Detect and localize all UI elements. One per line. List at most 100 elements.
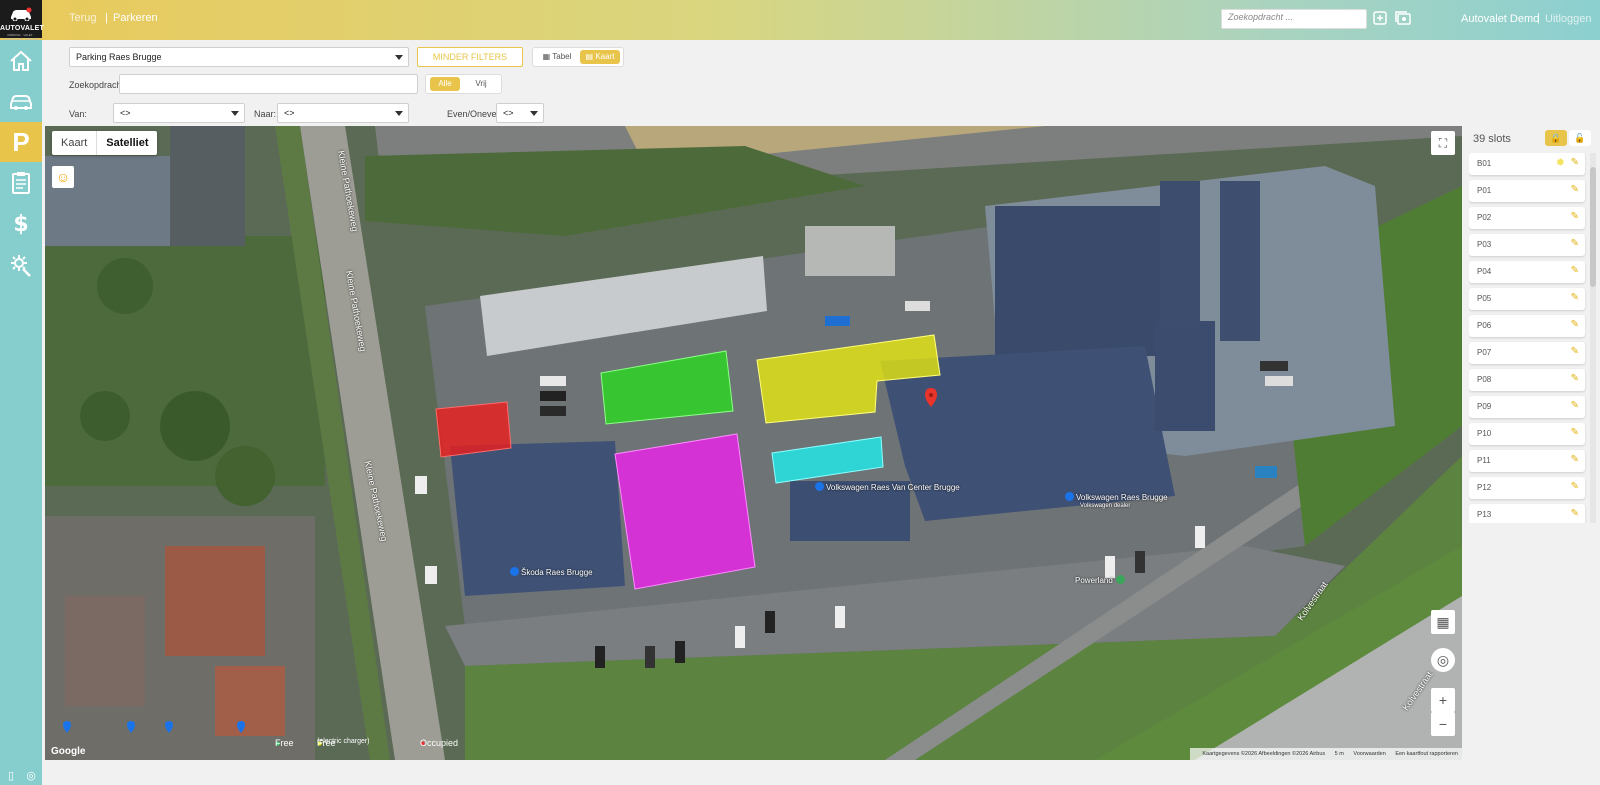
poi-label[interactable]: Škoda Raes Brugge — [510, 567, 593, 577]
app-logo[interactable]: AUTOVALET PARKING · VALET · TRANSPORT · … — [0, 0, 44, 41]
to-select-value: <> — [284, 108, 295, 118]
slot-item[interactable]: P08 ✎ — [1469, 369, 1585, 391]
edit-pencil-icon[interactable]: ✎ — [1571, 346, 1579, 357]
slot-item[interactable]: P09 ✎ — [1469, 396, 1585, 418]
map-icon: ▤ — [585, 52, 596, 61]
add-icon[interactable] — [1372, 11, 1388, 27]
to-select[interactable]: <> — [277, 103, 409, 123]
slot-name: P12 — [1477, 483, 1492, 492]
slot-item[interactable]: P02 ✎ — [1469, 207, 1585, 229]
slot-name: P10 — [1477, 429, 1492, 438]
mobile-icon[interactable]: ▯ — [3, 769, 19, 783]
map-attribution: Kaartgegevens ©2026 Afbeeldingen ©2026 A… — [1190, 748, 1462, 760]
nav-item-parking[interactable]: P — [0, 122, 42, 162]
slot-item[interactable]: B01 ✹ ✎ — [1469, 153, 1585, 175]
user-separator: | — [1537, 12, 1540, 24]
from-label: Van: — [69, 109, 87, 119]
poi-name: Škoda Raes Brugge — [521, 568, 593, 577]
street-view-icon[interactable]: ☺ — [52, 166, 74, 188]
tab-table[interactable]: ▦ Tabel — [537, 50, 577, 64]
slot-item[interactable]: P05 ✎ — [1469, 288, 1585, 310]
chevron-down-icon — [530, 111, 538, 116]
nav-item-vehicles[interactable] — [0, 80, 42, 120]
slot-item[interactable]: P04 ✎ — [1469, 261, 1585, 283]
parity-select-value: <> — [503, 108, 514, 118]
edit-pencil-icon[interactable]: ✎ — [1571, 508, 1579, 519]
car-logo-icon — [11, 7, 32, 21]
slot-name: P04 — [1477, 267, 1492, 276]
poi-label[interactable]: Powerland — [1075, 575, 1127, 585]
edit-pencil-icon[interactable]: ✎ — [1571, 184, 1579, 195]
from-select[interactable]: <> — [113, 103, 245, 123]
sun-icon: ✹ — [1555, 157, 1565, 169]
location-select[interactable]: Parking Raes Brugge — [69, 47, 409, 67]
tab-map[interactable]: ▤ Kaart — [580, 50, 620, 64]
report-link[interactable]: Een kaartfout rapporteren — [1395, 751, 1458, 757]
satellite-map[interactable]: Kleine Pathoekeweg Kleine Pathoekeweg Kl… — [45, 126, 1462, 760]
lock-icon[interactable]: 🔒 — [1545, 130, 1567, 146]
slot-item[interactable]: P01 ✎ — [1469, 180, 1585, 202]
edit-pencil-icon[interactable]: ✎ — [1571, 481, 1579, 492]
edit-pencil-icon[interactable]: ✎ — [1571, 211, 1579, 222]
slot-item[interactable]: P03 ✎ — [1469, 234, 1585, 256]
edit-pencil-icon[interactable]: ✎ — [1571, 373, 1579, 384]
slot-name: P07 — [1477, 348, 1492, 357]
fullscreen-icon[interactable]: ⛶ — [1431, 131, 1455, 155]
nav-item-home[interactable] — [0, 40, 42, 80]
gallery-icon[interactable] — [1395, 11, 1411, 27]
nav-item-finance[interactable]: $ — [0, 202, 42, 242]
table-icon: ▦ — [542, 52, 553, 61]
edit-pencil-icon[interactable]: ✎ — [1571, 265, 1579, 276]
edit-pencil-icon[interactable]: ✎ — [1571, 454, 1579, 465]
unlock-icon[interactable]: 🔓 — [1569, 130, 1591, 146]
map-type-map-button[interactable]: Kaart — [52, 131, 96, 155]
map-type-control: Kaart Satelliet — [52, 131, 158, 155]
top-bar: AUTOVALET PARKING · VALET · TRANSPORT · … — [0, 0, 1600, 41]
slot-list-scrollbar[interactable] — [1590, 153, 1596, 523]
logout-link[interactable]: Uitloggen — [1545, 13, 1591, 25]
user-name[interactable]: Autovalet Demo — [1461, 13, 1539, 25]
slot-name: P06 — [1477, 321, 1492, 330]
locate-icon[interactable]: ◎ — [1431, 648, 1455, 672]
status-toggle: Alle Vrij — [425, 74, 502, 94]
slot-item[interactable]: P12 ✎ — [1469, 477, 1585, 499]
edit-pencil-icon[interactable]: ✎ — [1571, 427, 1579, 438]
less-filters-button[interactable]: MINDER FILTERS — [417, 47, 523, 67]
slots-count: 39 slots — [1473, 133, 1511, 145]
slot-item[interactable]: P11 ✎ — [1469, 450, 1585, 472]
zone-magenta — [614, 433, 756, 590]
legend-free-label: Free — [275, 738, 294, 748]
poi-label[interactable]: Volkswagen Raes Brugge — [1065, 492, 1168, 502]
status-all-button[interactable]: Alle — [430, 77, 460, 91]
nav-item-orders[interactable] — [0, 162, 42, 202]
zone-red — [435, 401, 512, 458]
parity-select[interactable]: <> — [496, 103, 544, 123]
edit-pencil-icon[interactable]: ✎ — [1571, 319, 1579, 330]
slot-item[interactable]: P13 ✎ — [1469, 504, 1585, 523]
nav-item-settings[interactable] — [0, 244, 42, 284]
scrollbar-thumb[interactable] — [1590, 167, 1596, 287]
layers-icon[interactable]: ▦ — [1431, 610, 1455, 634]
slot-item[interactable]: P07 ✎ — [1469, 342, 1585, 364]
poi-icon — [815, 482, 824, 491]
terms-link[interactable]: Voorwaarden — [1353, 751, 1385, 757]
back-link[interactable]: Terug — [69, 12, 97, 24]
search-input[interactable] — [119, 74, 418, 94]
slot-item[interactable]: P10 ✎ — [1469, 423, 1585, 445]
accessibility-icon[interactable]: ◎ — [23, 769, 39, 783]
status-free-button[interactable]: Vrij — [466, 77, 496, 91]
global-search-input[interactable]: Zoekopdracht ... — [1221, 9, 1367, 29]
poi-sublabel: Volkswagen dealer — [1080, 503, 1131, 509]
map-type-satellite-button[interactable]: Satelliet — [96, 131, 157, 155]
slot-name: P03 — [1477, 240, 1492, 249]
zoom-in-icon[interactable]: + — [1431, 688, 1455, 712]
poi-label[interactable]: Volkswagen Raes Van Center Brugge — [815, 482, 960, 492]
edit-pencil-icon[interactable]: ✎ — [1571, 400, 1579, 411]
edit-pencil-icon[interactable]: ✎ — [1571, 157, 1579, 168]
edit-pencil-icon[interactable]: ✎ — [1571, 292, 1579, 303]
page-title: Parkeren — [113, 12, 158, 24]
slot-item[interactable]: P06 ✎ — [1469, 315, 1585, 337]
edit-pencil-icon[interactable]: ✎ — [1571, 238, 1579, 249]
scale-text: 5 m — [1334, 751, 1344, 757]
zoom-out-icon[interactable]: − — [1431, 712, 1455, 736]
